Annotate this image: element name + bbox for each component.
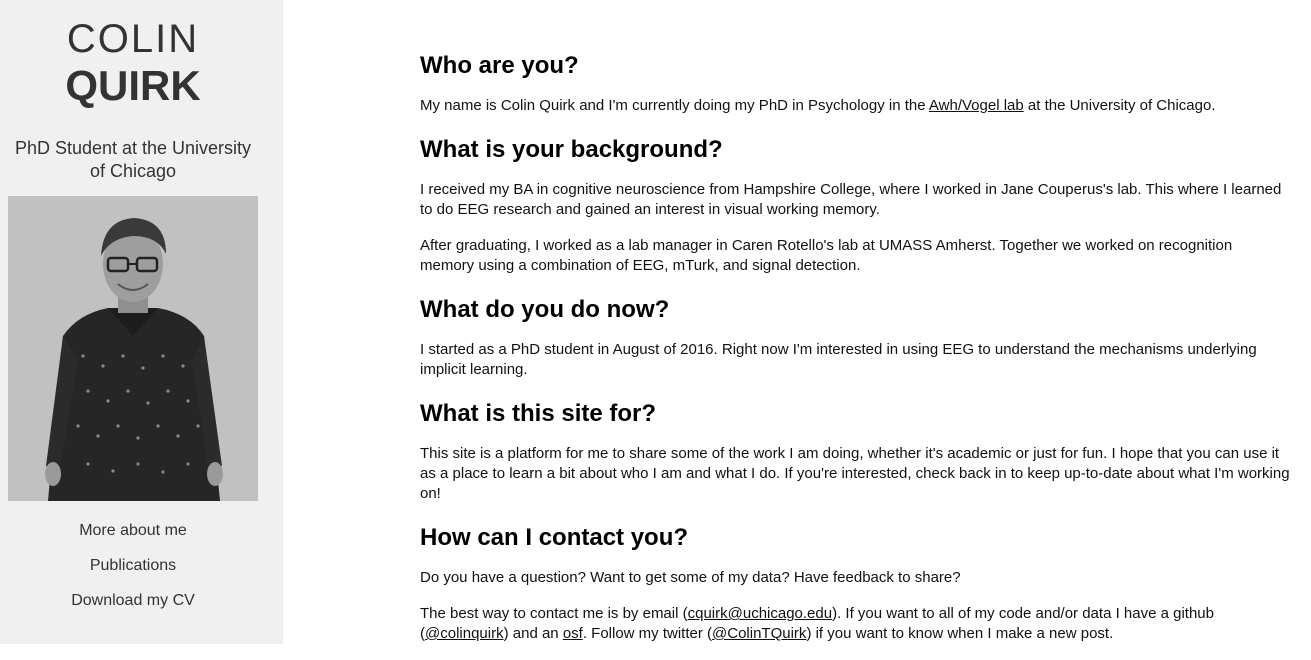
site-title-last-name: QUIRK — [65, 62, 201, 109]
profile-photo — [8, 196, 258, 501]
paragraph-contact-1: Do you have a question? Want to get some… — [420, 569, 961, 586]
lab-link[interactable]: Awh/Vogel lab — [929, 97, 1024, 114]
sidebar: COLIN QUIRK PhD Student at the Universit… — [0, 0, 283, 644]
paragraph-what-now: I started as a PhD student in August of … — [420, 341, 1257, 378]
heading-who-are-you: Who are you? — [420, 52, 579, 79]
twitter-link[interactable]: @ColinTQuirk — [712, 625, 806, 642]
text-segment: The best way to contact me is by email ( — [420, 605, 688, 622]
tagline: PhD Student at the University of Chicago — [14, 138, 252, 181]
site-title-first-name: COLIN — [66, 17, 200, 61]
nav-publications[interactable]: Publications — [0, 554, 266, 589]
osf-link[interactable]: osf — [563, 625, 583, 642]
github-link[interactable]: @colinquirk — [425, 625, 504, 642]
paragraph-intro: My name is Colin Quirk and I'm currently… — [420, 96, 1290, 116]
heading-what-now: What do you do now? — [420, 296, 670, 323]
email-link[interactable]: cquirk@uchicago.edu — [688, 605, 832, 622]
text-segment: ) if you want to know when I make a new … — [806, 625, 1114, 642]
heading-contact: How can I contact you? — [420, 524, 689, 551]
paragraph-background-1: I received my BA in cognitive neuroscien… — [420, 181, 1282, 218]
heading-background: What is your background? — [420, 136, 723, 163]
heading-site-purpose: What is this site for? — [420, 400, 657, 427]
text-segment: ) and an — [503, 625, 563, 642]
nav-download-cv[interactable]: Download my CV — [0, 589, 266, 624]
nav-more-about-me[interactable]: More about me — [0, 519, 266, 554]
sidebar-nav: More about me Publications Download my C… — [0, 519, 266, 624]
paragraph-background-2: After graduating, I worked as a lab mana… — [420, 237, 1233, 274]
text-segment: My name is Colin Quirk and I'm currently… — [420, 97, 929, 114]
paragraph-contact-2: The best way to contact me is by email (… — [420, 604, 1290, 644]
text-segment: . Follow my twitter ( — [582, 625, 713, 642]
paragraph-site-purpose: This site is a platform for me to share … — [420, 445, 1290, 502]
text-segment: at the University of Chicago. — [1023, 97, 1216, 114]
main-content: Who are you? My name is Colin Quirk and … — [420, 48, 1290, 660]
